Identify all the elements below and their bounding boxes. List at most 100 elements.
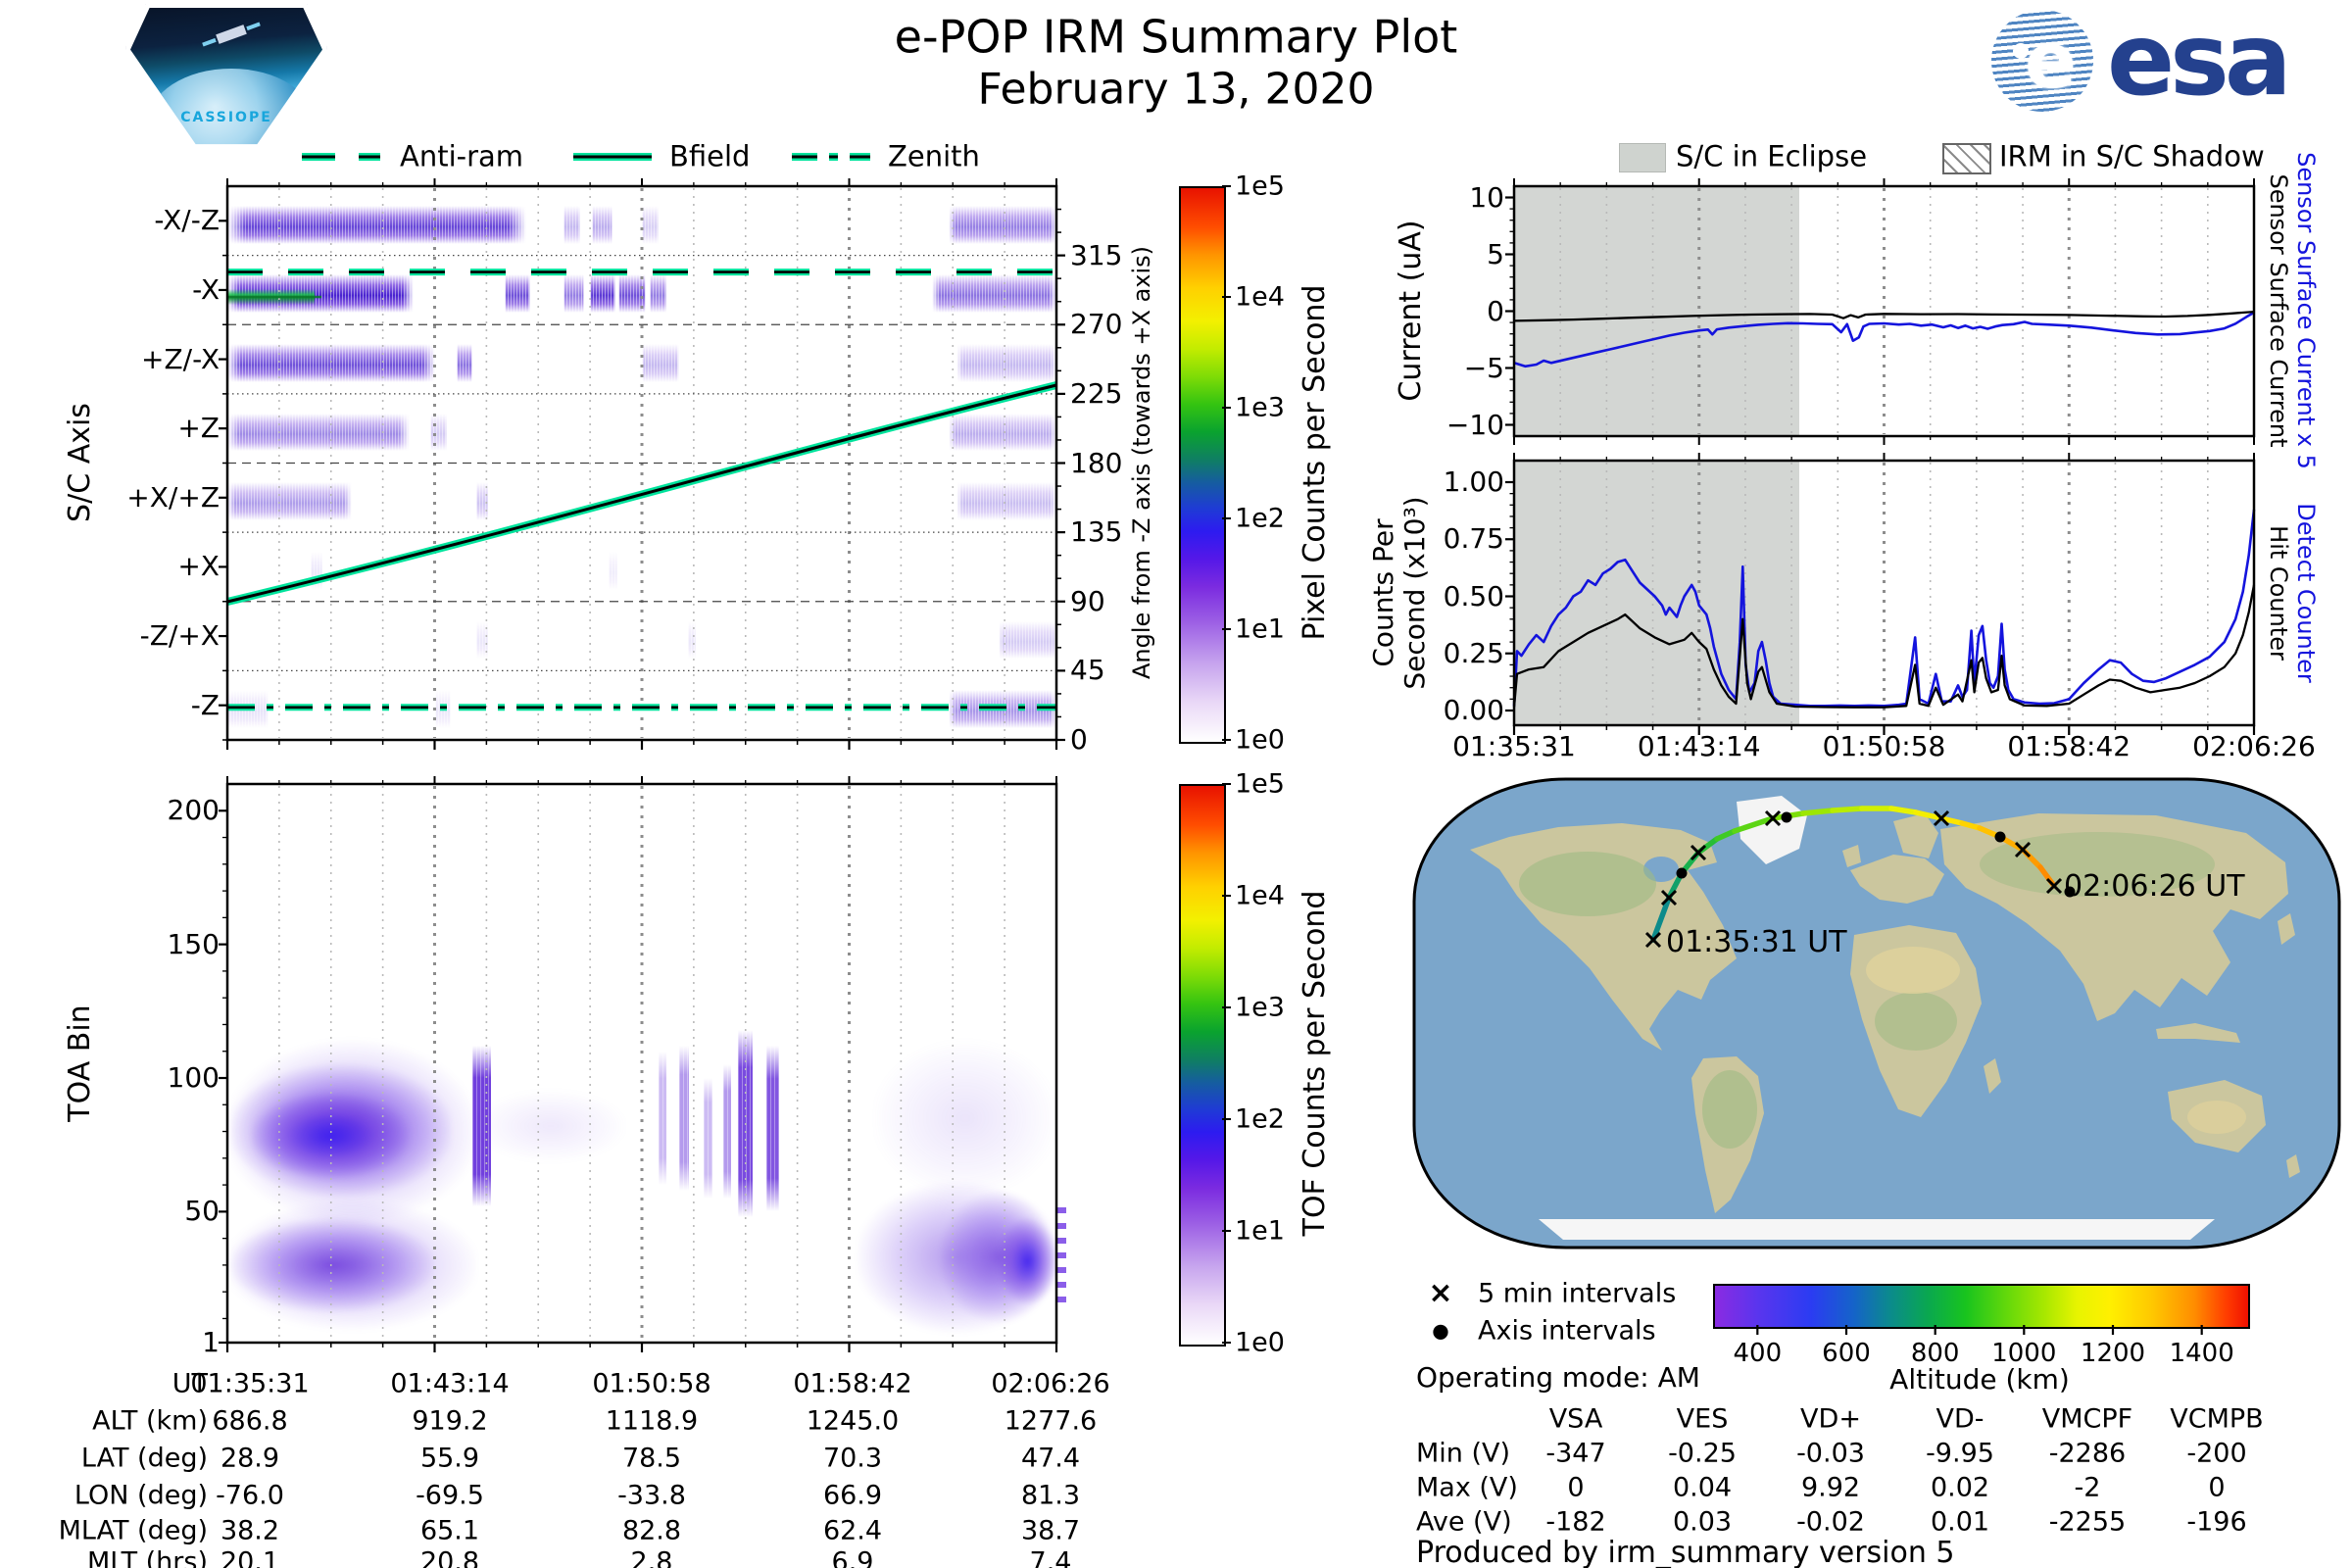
ephemeris-cell: 66.9 (822, 1480, 883, 1511)
operating-mode: Operating mode: AM (1416, 1361, 1700, 1394)
eclipse-region-current (1514, 186, 1799, 436)
altitude-tick: 600 (1822, 1339, 1871, 1369)
spectro-band (457, 344, 472, 382)
legend-label-bfield: Bfield (669, 139, 751, 173)
spectro-band (592, 205, 613, 244)
spectro-band (589, 274, 615, 314)
angle-tick: 45 (1070, 654, 1105, 687)
spectro-band (949, 413, 1056, 452)
tof-colorbar-label: TOF Counts per Second (1297, 890, 1332, 1237)
sc-axis-spectrogram (227, 186, 1056, 740)
detect-counter-label: Detect Counter (2291, 503, 2320, 683)
ephemeris-cell: -33.8 (617, 1480, 686, 1511)
current-tick: 10 (1469, 180, 1504, 214)
sc-axis-tick: -X (192, 272, 220, 306)
altitude-tick: 1400 (2169, 1339, 2234, 1369)
legend-axis-intervals: Axis intervals (1478, 1315, 1656, 1347)
voltage-cell: 0.02 (1930, 1472, 1990, 1503)
dot-marker-icon: ● (1432, 1318, 1449, 1343)
ephemeris-cell: 686.8 (212, 1405, 288, 1437)
ephemeris-cell: 38.2 (220, 1515, 280, 1546)
ephemeris-cell: -76.0 (216, 1480, 284, 1511)
spectro-band (227, 690, 270, 728)
x-marker-icon: × (1428, 1275, 1453, 1310)
altitude-tick: 400 (1733, 1339, 1783, 1369)
counts-tick: 0.75 (1443, 522, 1504, 556)
toa-tick: 50 (184, 1195, 220, 1228)
voltage-cell: 0 (1567, 1472, 1585, 1503)
current-ylabel: Current (uA) (1393, 220, 1428, 402)
toa-blob (252, 1091, 411, 1180)
angle-tick: 135 (1070, 515, 1123, 549)
spectro-band (932, 274, 1056, 314)
pixel-counts-colorbar (1179, 186, 1226, 744)
amazon-green (1702, 1070, 1757, 1149)
legend-5min-intervals: 5 min intervals (1478, 1278, 1677, 1309)
voltage-cell: 9.92 (1800, 1472, 1861, 1503)
ephemeris-row-label: ALT (km) (92, 1405, 208, 1437)
voltage-cell: -0.25 (1668, 1438, 1737, 1469)
sc-axis-tick: +Z/-X (141, 342, 220, 375)
outback-desert (2187, 1101, 2246, 1134)
toa-blob (873, 1038, 1056, 1199)
ephemeris-cell: 78.5 (621, 1443, 682, 1474)
toa-blob (679, 1046, 690, 1191)
spectro-band (310, 551, 323, 590)
ephemeris-cell: 20.8 (419, 1546, 480, 1568)
summary-plot-page: e-POP IRM Summary Plot February 13, 2020… (0, 0, 2352, 1568)
ephemeris-cell: 62.4 (822, 1515, 883, 1546)
satellite-icon (216, 24, 247, 44)
africa-green (1875, 992, 1957, 1051)
altitude-tick: 1200 (2080, 1339, 2146, 1369)
ephemeris-cell: 1118.9 (605, 1405, 699, 1437)
spectro-band (650, 274, 667, 314)
sc-axis-tick: +X (177, 550, 220, 583)
voltage-col-header: VMCPF (2041, 1403, 2133, 1435)
spectro-band (227, 482, 352, 521)
spectro-band (956, 482, 1056, 521)
toa-blob (738, 1029, 754, 1217)
voltage-cell: 0.01 (1930, 1506, 1990, 1538)
track-start-label: 01:35:31 UT (1666, 925, 1847, 959)
cassiope-mission-patch: CASSIOPE (125, 4, 327, 148)
esa-globe-e: e (2025, 18, 2077, 106)
spectro-band (687, 620, 696, 660)
shadow-swatch (1942, 143, 1991, 174)
ephemeris-row-label: MLT (hrs) (86, 1546, 208, 1568)
spectro-band (949, 205, 1056, 244)
hit-counter-label: Hit Counter (2264, 525, 2292, 661)
spectro-band (475, 620, 489, 660)
legend-label-antiram: Anti-ram (400, 139, 524, 173)
boreal-green (1519, 852, 1656, 916)
time-tick: 01:43:14 (1637, 729, 1761, 762)
voltage-cell: -196 (2186, 1506, 2247, 1538)
tof-cb-tick: 1e0 (1235, 1327, 1285, 1358)
spectro-band (563, 205, 580, 244)
toa-spectrogram (227, 784, 1056, 1343)
toa-blob (658, 1051, 667, 1186)
voltage-cell: -2286 (2048, 1438, 2127, 1469)
ephemeris-cell: 01:43:14 (390, 1368, 510, 1399)
produced-by-footer: Produced by irm_summary version 5 (1416, 1536, 1955, 1568)
ephemeris-cell: 81.3 (1020, 1480, 1081, 1511)
pixel-cb-tick: 1e4 (1235, 281, 1285, 313)
eclipse-swatch (1619, 143, 1666, 172)
voltage-col-header: VD- (1936, 1403, 1984, 1435)
spectro-band (227, 205, 526, 244)
spectro-band (227, 413, 411, 452)
esa-wordmark: esa (2107, 2, 2292, 119)
voltage-row-label: Max (V) (1416, 1472, 1518, 1503)
tof-counts-colorbar (1179, 784, 1226, 1347)
ephemeris-cell: 01:50:58 (592, 1368, 711, 1399)
sc-axis-tick: -Z (190, 688, 220, 721)
voltage-cell: -2255 (2048, 1506, 2127, 1538)
ephemeris-cell: 7.4 (1029, 1546, 1072, 1568)
spectro-band (430, 413, 448, 452)
voltage-cell: -9.95 (1926, 1438, 1994, 1469)
pixel-colorbar-label: Pixel Counts per Second (1297, 284, 1332, 641)
altitude-tick: 1000 (1991, 1339, 2057, 1369)
voltage-cell: 0.04 (1672, 1472, 1733, 1503)
toa-tick: 150 (167, 927, 220, 960)
voltage-col-header: VES (1676, 1403, 1729, 1435)
ground-track-map: 01:35:31 UT 02:06:26 UT (1412, 777, 2341, 1250)
